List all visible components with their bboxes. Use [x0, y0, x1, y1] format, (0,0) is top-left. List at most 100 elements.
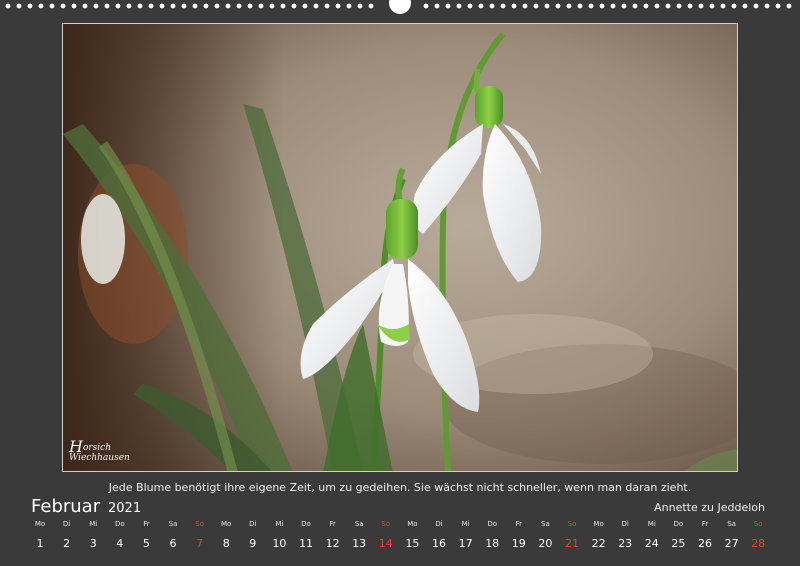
binding-hole: [126, 3, 132, 9]
binding-hole: [236, 3, 242, 9]
year-label: 2021: [108, 501, 142, 516]
binding-holes: [5, 0, 792, 14]
day-number: 17: [458, 537, 473, 550]
binding-hole: [577, 3, 583, 9]
binding-hole: [731, 3, 737, 9]
weekday-label: So: [567, 520, 577, 528]
binding-hole: [93, 3, 99, 9]
calendar-day: Do 4: [107, 520, 133, 550]
binding-hole: [544, 3, 550, 9]
weekday-label: Sa: [727, 520, 736, 528]
day-number: 16: [432, 537, 446, 550]
binding-hole: [60, 3, 66, 9]
calendar-day: Fr 19: [506, 520, 532, 550]
signature-line-2: Wiechhausen: [69, 453, 130, 463]
binding-hole: [16, 3, 22, 9]
calendar-day: Mi 24: [639, 520, 665, 550]
binding-hole: [247, 3, 253, 9]
weekday-label: Fr: [143, 520, 150, 528]
calendar-day: Do 25: [665, 520, 691, 550]
day-number: 23: [618, 537, 633, 550]
weekday-label: Mo: [221, 520, 232, 528]
day-number: 12: [325, 537, 340, 550]
binding-hole: [720, 3, 726, 9]
binding-hole: [115, 3, 121, 9]
binding-hole: [104, 3, 110, 9]
binding-hole: [181, 3, 187, 9]
binding-hole: [148, 3, 154, 9]
weekday-label: Mi: [275, 520, 284, 528]
weekday-label: Do: [673, 520, 684, 528]
day-number: 22: [591, 537, 606, 550]
weekday-label: Fr: [329, 520, 336, 528]
binding-hole: [775, 3, 781, 9]
day-number: 25: [671, 537, 686, 550]
day-number: 15: [405, 537, 420, 550]
day-number: 27: [724, 537, 739, 550]
calendar-day: So 14: [373, 520, 399, 550]
binding-hole: [159, 3, 165, 9]
calendar-day: So 7: [187, 520, 213, 550]
binding-hole: [434, 3, 440, 9]
binding-hole: [423, 3, 429, 9]
day-number: 5: [142, 537, 150, 550]
calendar-day: Di 23: [612, 520, 638, 550]
binding-hole: [654, 3, 660, 9]
snowdrop-photo: [63, 24, 737, 471]
month-label: Februar: [31, 496, 101, 517]
weekday-label: Sa: [168, 520, 178, 528]
binding-hole: [610, 3, 616, 9]
binding-hole: [500, 3, 506, 9]
day-number: 11: [299, 537, 313, 550]
binding-hole: [533, 3, 539, 9]
day-number: 9: [249, 537, 257, 550]
day-number: 21: [565, 537, 579, 550]
calendar-day: Sa 13: [346, 520, 372, 550]
binding-hole: [313, 3, 319, 9]
calendar-day: Fr 26: [692, 520, 718, 550]
hanger-hook: [389, 0, 411, 14]
binding-hole: [38, 3, 44, 9]
binding-hole: [368, 3, 374, 9]
binding-hole: [258, 3, 264, 9]
day-number: 6: [169, 537, 177, 550]
weekday-label: So: [753, 520, 763, 528]
day-number: 26: [698, 537, 712, 550]
binding-hole: [71, 3, 77, 9]
binding-hole: [643, 3, 649, 9]
calendar-day: Do 11: [293, 520, 319, 550]
weekday-label: Sa: [541, 520, 550, 528]
binding-hole: [335, 3, 341, 9]
weekday-label: Di: [435, 520, 443, 528]
binding-hole: [203, 3, 209, 9]
binding-hole: [49, 3, 55, 9]
binding-hole: [346, 3, 352, 9]
spiral-binding: [0, 0, 800, 14]
day-number: 19: [511, 537, 526, 550]
weekday-label: So: [381, 520, 391, 528]
day-number: 10: [272, 537, 287, 550]
binding-hole: [511, 3, 517, 9]
calendar-day: So 28: [745, 520, 771, 550]
binding-hole: [82, 3, 88, 9]
binding-hole: [324, 3, 330, 9]
binding-hole: [225, 3, 231, 9]
binding-hole: [753, 3, 759, 9]
binding-hole: [698, 3, 704, 9]
binding-hole: [269, 3, 275, 9]
binding-hole: [786, 3, 792, 9]
day-number: 1: [36, 537, 44, 550]
binding-hole: [214, 3, 220, 9]
weekday-label: Di: [62, 520, 71, 528]
weekday-label: Do: [487, 520, 498, 528]
binding-hole: [599, 3, 605, 9]
day-number: 18: [485, 537, 500, 550]
weekday-label: Fr: [515, 520, 522, 528]
weekday-label: So: [195, 520, 204, 528]
binding-hole: [467, 3, 473, 9]
day-number: 7: [196, 537, 204, 550]
day-strip: Mo 1 Di 2 Mi 3 Do 4 Fr 5 Sa 6 So 7 Mo 8 Di 9 Mi 10 Do 11 Fr 12 S…: [27, 520, 774, 560]
calendar-day: So 21: [559, 520, 585, 550]
binding-hole: [687, 3, 693, 9]
day-number: 24: [644, 537, 659, 550]
